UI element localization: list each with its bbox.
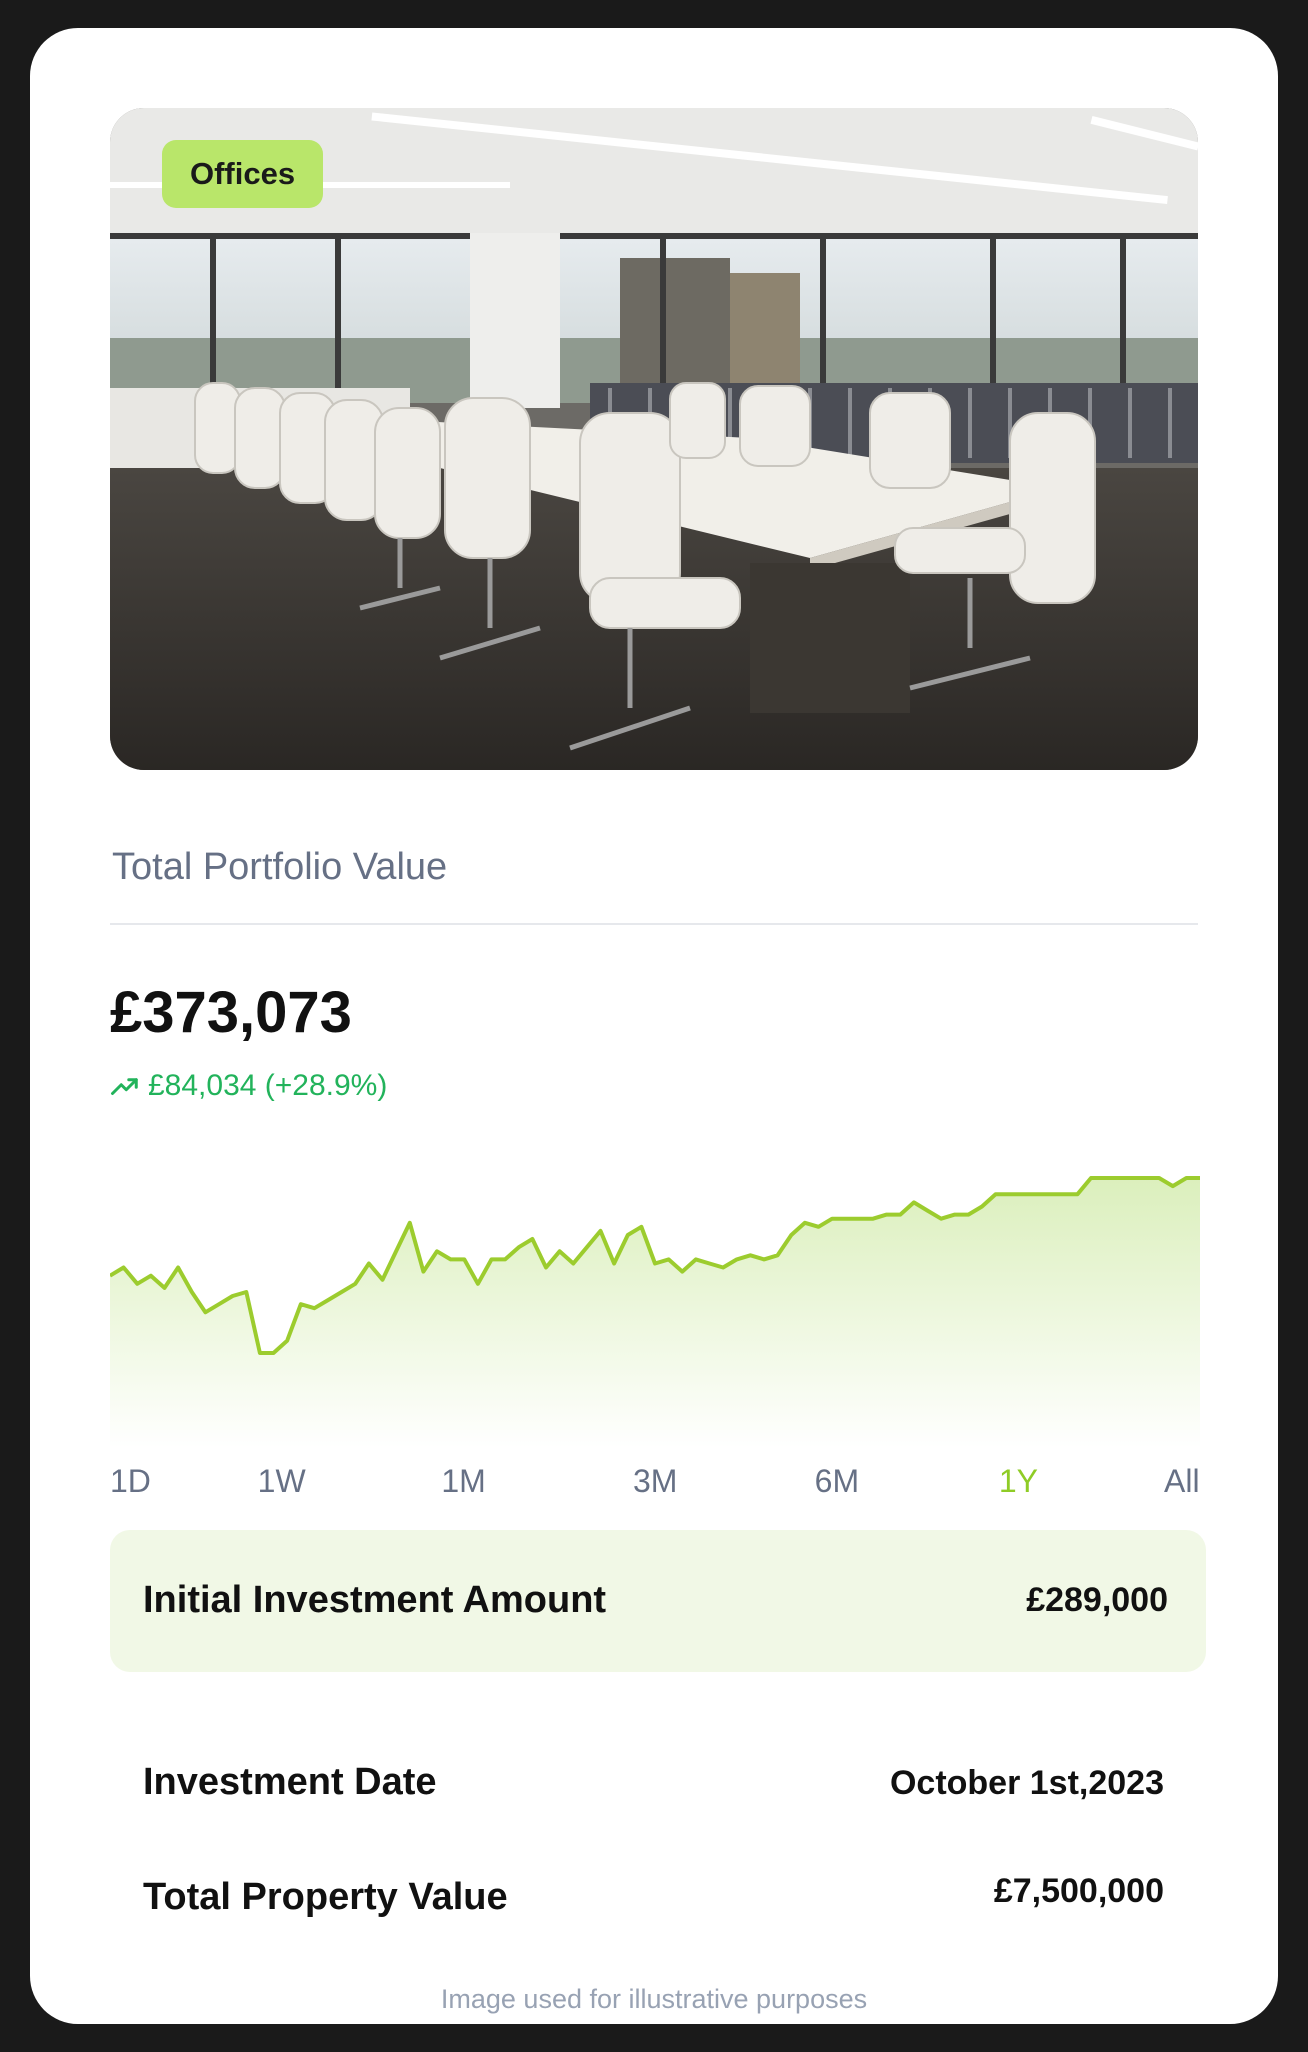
initial-investment-value: £289,000	[1026, 1581, 1168, 1619]
time-range-6m[interactable]: 6M	[815, 1456, 859, 1506]
time-range-all[interactable]: All	[1164, 1456, 1200, 1506]
initial-investment-label: Initial Investment Amount	[143, 1579, 607, 1621]
time-range-1y[interactable]: 1Y	[999, 1456, 1038, 1506]
property-value-value: £7,500,000	[993, 1872, 1164, 1910]
investment-date-label: Investment Date	[143, 1761, 437, 1803]
total-portfolio-value: £373,073	[110, 980, 352, 1045]
time-range-selector: 1D 1W 1M 3M 6M 1Y All	[110, 1456, 1200, 1506]
time-range-3m[interactable]: 3M	[633, 1456, 677, 1506]
time-range-1w[interactable]: 1W	[258, 1456, 306, 1506]
category-badge: Offices	[162, 140, 324, 208]
trending-up-icon	[111, 1078, 138, 1095]
divider	[110, 923, 1198, 925]
section-title: Total Portfolio Value	[112, 846, 448, 888]
chart-area-fill	[110, 1178, 1200, 1448]
value-change: £84,034 (+28.9%)	[110, 1071, 387, 1101]
time-range-1m[interactable]: 1M	[441, 1456, 485, 1506]
property-photo: Offices	[110, 108, 1198, 770]
image-disclaimer: Image used for illustrative purposes	[440, 1984, 868, 2014]
value-change-text: £84,034 (+28.9%)	[148, 1069, 388, 1102]
property-card: Offices Total Portfolio Value £373,073 £…	[30, 28, 1278, 2024]
portfolio-value-chart	[110, 1176, 1200, 1448]
time-range-1d[interactable]: 1D	[110, 1456, 151, 1506]
property-value-label: Total Property Value	[143, 1876, 508, 1918]
investment-date-value: October 1st,2023	[889, 1764, 1164, 1802]
initial-investment-card: Initial Investment Amount £289,000	[110, 1530, 1206, 1672]
